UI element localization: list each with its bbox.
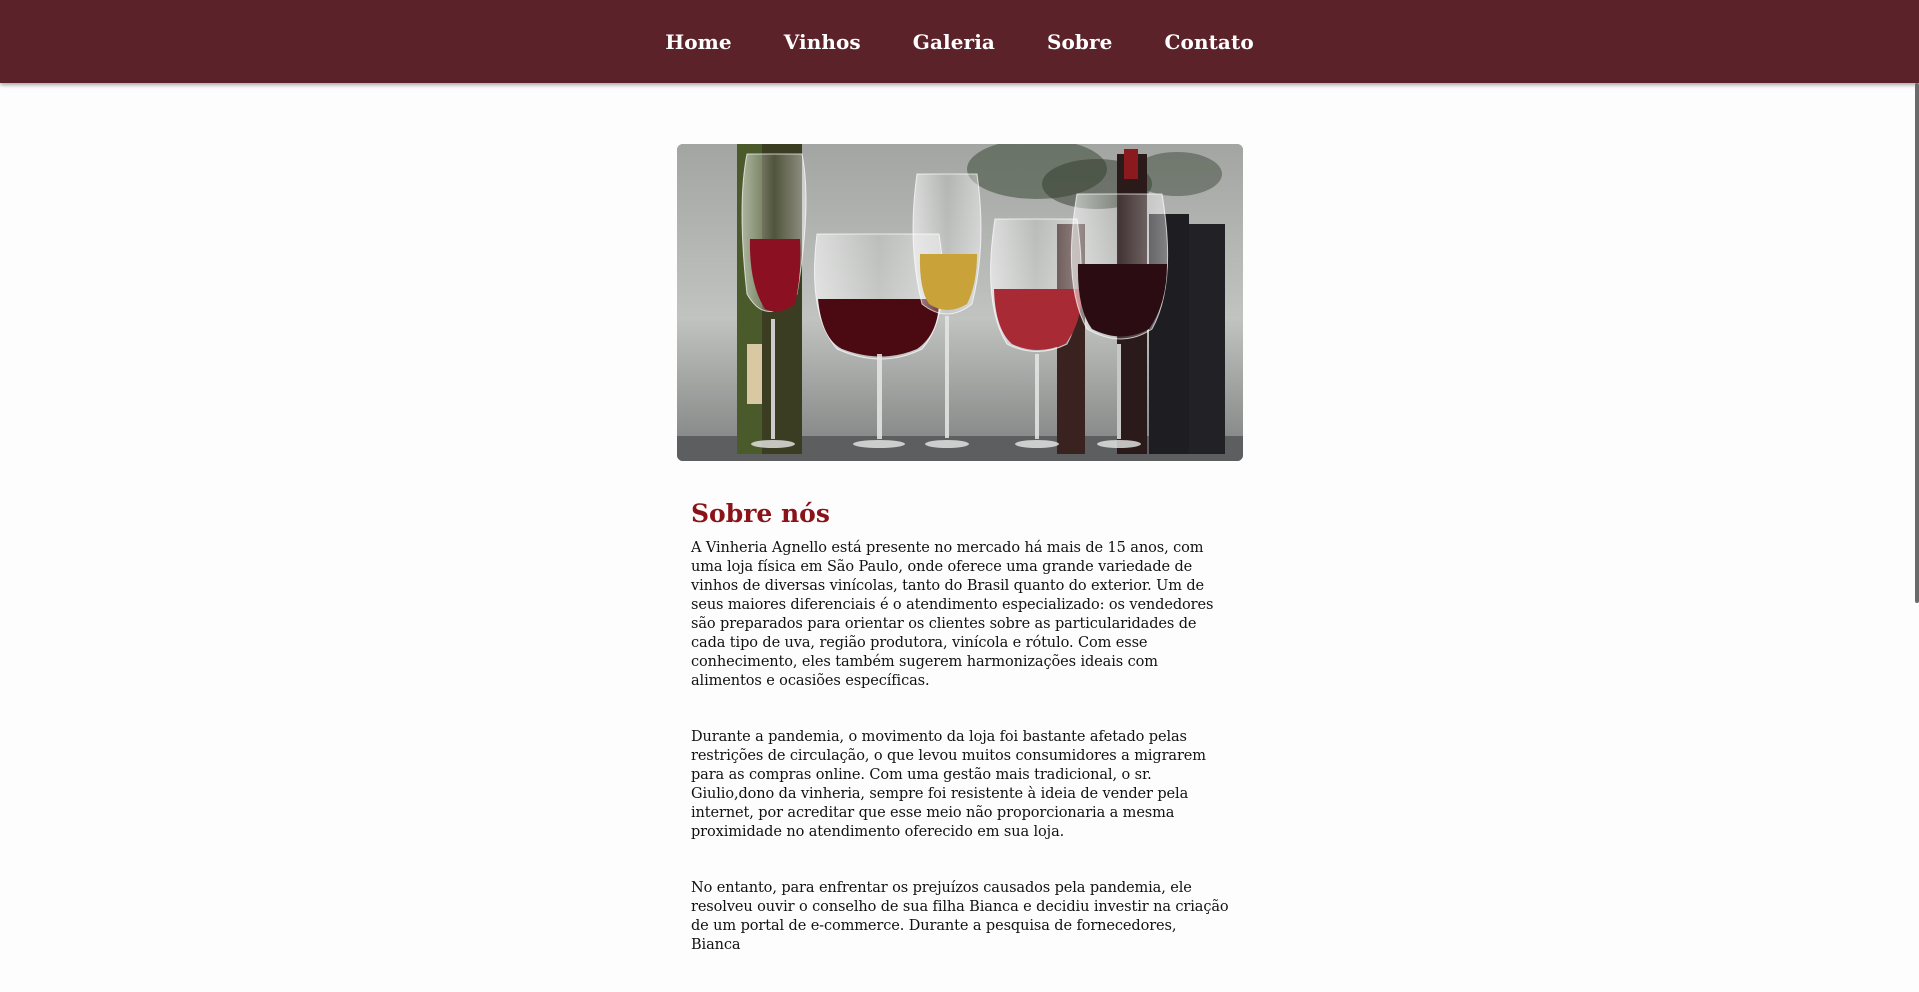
nav-link-home[interactable]: Home (639, 30, 758, 54)
nav-link-galeria[interactable]: Galeria (887, 30, 1021, 54)
about-title: Sobre nós (691, 499, 830, 528)
about-paragraph-2: Durante a pandemia, o movimento da loja … (691, 729, 1206, 840)
about-paragraph-1: A Vinheria Agnello está presente no merc… (691, 540, 1214, 689)
nav-link-sobre[interactable]: Sobre (1021, 30, 1139, 54)
main-content: Sobre nós A Vinheria Agnello está presen… (677, 144, 1243, 992)
nav-menu: Home Vinhos Galeria Sobre Contato (639, 30, 1280, 54)
about-section: Sobre nós A Vinheria Agnello está presen… (677, 499, 1243, 955)
about-paragraph-3: No entanto, para enfrentar os prejuízos … (691, 880, 1229, 953)
top-navbar: Home Vinhos Galeria Sobre Contato (0, 0, 1919, 83)
nav-link-contato[interactable]: Contato (1138, 30, 1279, 54)
page-scrollbar[interactable] (1915, 83, 1919, 603)
hero-image (677, 144, 1243, 461)
nav-link-vinhos[interactable]: Vinhos (758, 30, 887, 54)
